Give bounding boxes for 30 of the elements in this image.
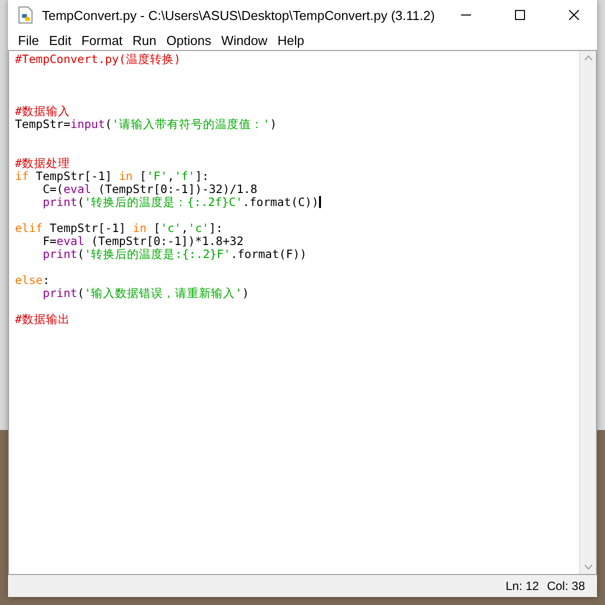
code-line: print('转换后的温度是:{:.2}F'.format(F)) xyxy=(42,248,307,261)
menu-item[interactable]: Format xyxy=(76,32,128,48)
code-line: print('转换后的温度是：{:.2f}C'.format(C)) xyxy=(42,196,321,209)
code-line: F=eval (TempStr[0:-1])*1.8+32 xyxy=(42,235,244,248)
minimize-icon xyxy=(461,14,471,16)
column-number-status: Col: 38 xyxy=(546,579,585,593)
line-number-status: Ln: 12 xyxy=(506,579,539,593)
scrollbar[interactable] xyxy=(579,51,596,574)
window-title: TempConvert.py - C:\Users\ASUS\Desktop\TempConvert.py (3.11.2) xyxy=(42,8,435,22)
code-line: elif TempStr[-1] in ['c','c']: xyxy=(15,222,223,235)
menu-item[interactable]: Edit xyxy=(44,32,76,48)
code-line: else: xyxy=(15,274,50,287)
scroll-up-icon[interactable] xyxy=(584,55,592,61)
python-file-icon xyxy=(18,6,34,24)
menu-item[interactable]: Options xyxy=(161,32,216,48)
menu-item[interactable]: Window xyxy=(216,32,272,48)
menu-item[interactable]: Help xyxy=(272,32,310,48)
code-line: #数据输出 xyxy=(15,313,70,326)
code-line: #数据输入 xyxy=(15,105,70,118)
maximize-icon xyxy=(515,10,525,20)
menu-item[interactable]: Run xyxy=(128,32,162,48)
code-line: C=(eval (TempStr[0:-1])-32)/1.8 xyxy=(42,183,258,196)
code-line: if TempStr[-1] in ['F','f']: xyxy=(15,170,209,183)
code-line: #TempConvert.py(温度转换) xyxy=(15,53,181,66)
code-line: #数据处理 xyxy=(15,157,70,170)
menu-item[interactable]: File xyxy=(13,32,44,48)
code-line: TempStr=input('请输入带有符号的温度值：') xyxy=(15,118,277,131)
close-icon xyxy=(569,10,579,20)
scroll-down-icon[interactable] xyxy=(584,564,592,570)
code-line: print('输入数据错误，请重新输入') xyxy=(42,287,250,300)
